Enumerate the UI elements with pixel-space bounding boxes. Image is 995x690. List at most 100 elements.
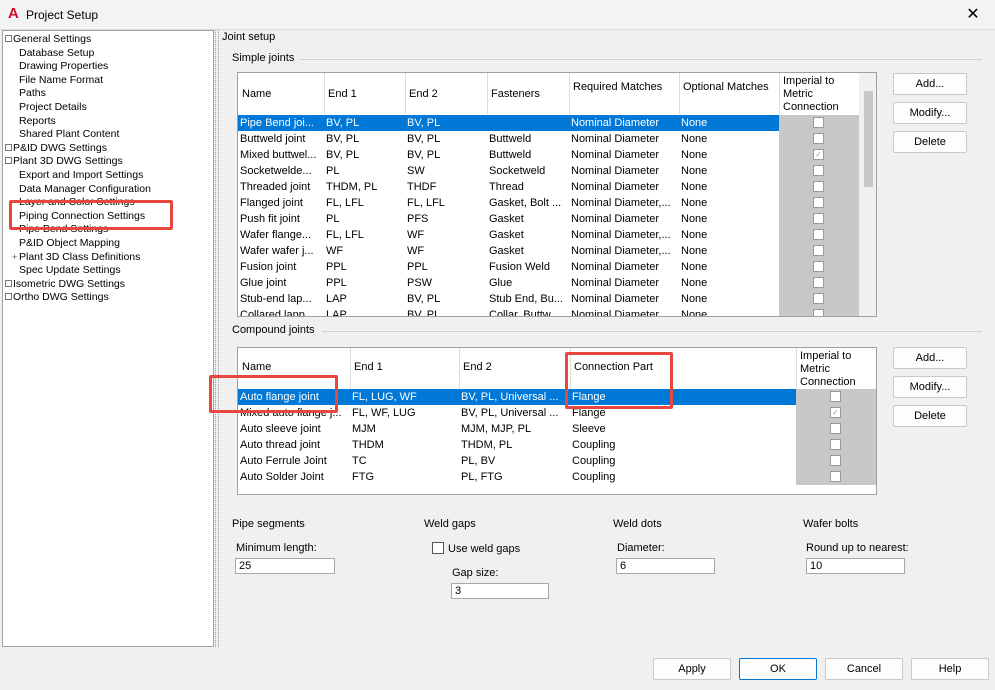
simple-joints-grid[interactable]: Name End 1 End 2 Fasteners Required Matches O… (237, 72, 877, 317)
column-header[interactable]: Name (242, 361, 348, 374)
column-divider[interactable] (350, 348, 351, 389)
tree-item[interactable]: Plant 3D DWG Settings (5, 155, 123, 168)
imperial-metric-checkbox[interactable] (813, 277, 824, 288)
column-header[interactable]: Required Matches (573, 81, 677, 94)
column-header[interactable]: End 1 (354, 361, 457, 374)
gap-size-input[interactable]: 3 (451, 583, 549, 599)
imperial-metric-checkbox[interactable] (813, 181, 824, 192)
compound-modify-button[interactable]: Modify... (893, 376, 967, 398)
collapse-toggle-icon[interactable] (5, 293, 12, 301)
tree-item[interactable]: Data Manager Configuration (19, 183, 151, 196)
table-row[interactable]: Flanged joint FL, LFL FL, LFL Gasket, Bolt … (238, 195, 779, 211)
use-weld-gaps-checkbox[interactable] (432, 542, 444, 554)
imperial-metric-checkbox[interactable] (830, 471, 841, 482)
imperial-metric-checkbox[interactable] (830, 439, 841, 450)
table-row[interactable]: Pipe Bend joi... BV, PL BV, PL Nominal Diam… (238, 115, 779, 131)
table-row[interactable]: Wafer flange... FL, LFL WF Gasket Nominal Di… (238, 227, 779, 243)
splitter-handle[interactable] (215, 30, 219, 647)
collapse-toggle-icon[interactable] (5, 143, 12, 151)
vertical-scrollbar[interactable] (859, 73, 876, 316)
imperial-metric-checkbox[interactable] (813, 165, 824, 176)
column-divider[interactable] (569, 73, 570, 114)
imperial-metric-checkbox[interactable] (813, 245, 824, 256)
tree-item[interactable]: + Plant 3D Class Definitions (12, 251, 140, 264)
diameter-input[interactable]: 6 (616, 558, 715, 574)
tree-item[interactable]: Paths (19, 87, 46, 100)
column-divider[interactable] (679, 73, 680, 114)
column-header[interactable]: End 2 (463, 361, 568, 374)
column-header[interactable]: Imperial to Metric Connection (800, 350, 874, 389)
table-row[interactable]: Wafer wafer j... WF WF Gasket Nominal Diamet… (238, 243, 779, 259)
table-row[interactable]: Socketwelde... PL SW Socketweld Nominal Diam… (238, 163, 779, 179)
column-divider[interactable] (324, 73, 325, 114)
column-header[interactable]: Imperial to Metric Connection (783, 75, 857, 114)
column-divider[interactable] (405, 73, 406, 114)
column-header[interactable]: End 1 (328, 88, 403, 101)
tree-item[interactable]: Spec Update Settings (19, 264, 121, 277)
apply-button[interactable]: Apply (653, 658, 731, 680)
imperial-metric-checkbox[interactable] (813, 261, 824, 272)
tree-item[interactable]: Database Setup (19, 47, 94, 60)
table-row[interactable]: Collared lapp... LAP BV, PL Collar, Buttw..… (238, 307, 779, 316)
compound-add-button[interactable]: Add... (893, 347, 967, 369)
column-divider[interactable] (779, 73, 780, 114)
column-divider[interactable] (796, 348, 797, 389)
column-header[interactable]: End 2 (409, 88, 485, 101)
table-row[interactable]: Threaded joint THDM, PL THDF Thread Nominal … (238, 179, 779, 195)
imperial-metric-checkbox[interactable] (813, 293, 824, 304)
close-icon[interactable]: ✕ (963, 5, 983, 25)
minimum-length-input[interactable]: 25 (235, 558, 335, 574)
tree-item[interactable]: Ortho DWG Settings (5, 291, 109, 304)
round-up-input[interactable]: 10 (806, 558, 905, 574)
column-header[interactable]: Fasteners (491, 88, 567, 101)
table-row[interactable]: Auto Solder Joint FTG PL, FTG Coupling (238, 469, 796, 485)
table-row[interactable]: Buttweld joint BV, PL BV, PL Buttweld Nomina… (238, 131, 779, 147)
table-row[interactable]: Glue joint PPL PSW Glue Nominal Diameter None (238, 275, 779, 291)
table-row[interactable]: Mixed buttwel... BV, PL BV, PL Buttweld Nomi… (238, 147, 779, 163)
tree-item[interactable]: P&ID Object Mapping (19, 237, 120, 250)
cancel-button[interactable]: Cancel (825, 658, 903, 680)
compound-delete-button[interactable]: Delete (893, 405, 967, 427)
imperial-metric-checkbox[interactable] (813, 309, 824, 316)
simple-delete-button[interactable]: Delete (893, 131, 967, 153)
simple-modify-button[interactable]: Modify... (893, 102, 967, 124)
tree-item[interactable]: P&ID DWG Settings (5, 142, 107, 155)
table-row[interactable]: Auto Ferrule Joint TC PL, BV Coupling (238, 453, 796, 469)
expand-plus-icon[interactable]: + (12, 251, 17, 264)
imperial-metric-checkbox[interactable] (813, 229, 824, 240)
compound-joints-grid[interactable]: Name End 1 End 2 Connection Part Imperial to… (237, 347, 877, 495)
tree-item[interactable]: Shared Plant Content (19, 128, 119, 141)
column-divider[interactable] (487, 73, 488, 114)
table-row[interactable]: Auto thread joint THDM THDM, PL Coupling (238, 437, 796, 453)
table-row[interactable]: Stub-end lap... LAP BV, PL Stub End, Bu... N… (238, 291, 779, 307)
scroll-thumb[interactable] (864, 91, 873, 187)
tree-item[interactable]: File Name Format (19, 74, 103, 87)
simple-add-button[interactable]: Add... (893, 73, 967, 95)
tree-item[interactable]: General Settings (5, 33, 91, 46)
imperial-metric-checkbox[interactable] (813, 197, 824, 208)
tree-item[interactable]: Drawing Properties (19, 60, 108, 73)
imperial-metric-checkbox[interactable] (813, 117, 824, 128)
imperial-metric-checkbox[interactable] (830, 423, 841, 434)
tree-item[interactable]: Project Details (19, 101, 87, 114)
table-row[interactable]: Fusion joint PPL PPL Fusion Weld Nominal Dia… (238, 259, 779, 275)
column-divider[interactable] (459, 348, 460, 389)
imperial-metric-checkbox[interactable] (813, 133, 824, 144)
table-row[interactable]: Push fit joint PL PFS Gasket Nominal Diamete… (238, 211, 779, 227)
collapse-toggle-icon[interactable] (5, 157, 12, 165)
column-header[interactable]: Optional Matches (683, 81, 777, 94)
collapse-toggle-icon[interactable] (5, 34, 12, 42)
ok-button[interactable]: OK (739, 658, 817, 680)
tree-item[interactable]: Isometric DWG Settings (5, 278, 125, 291)
column-header[interactable]: Name (242, 88, 322, 101)
collapse-toggle-icon[interactable] (5, 279, 12, 287)
imperial-metric-checkbox[interactable]: ✓ (830, 407, 841, 418)
table-row[interactable]: Auto sleeve joint MJM MJM, MJP, PL Sleeve (238, 421, 796, 437)
imperial-metric-checkbox[interactable] (830, 455, 841, 466)
help-button[interactable]: Help (911, 658, 989, 680)
imperial-metric-checkbox[interactable] (830, 391, 841, 402)
imperial-metric-checkbox[interactable]: ✓ (813, 149, 824, 160)
imperial-metric-checkbox[interactable] (813, 213, 824, 224)
tree-item[interactable]: Reports (19, 115, 56, 128)
tree-item[interactable]: Export and Import Settings (19, 169, 143, 182)
